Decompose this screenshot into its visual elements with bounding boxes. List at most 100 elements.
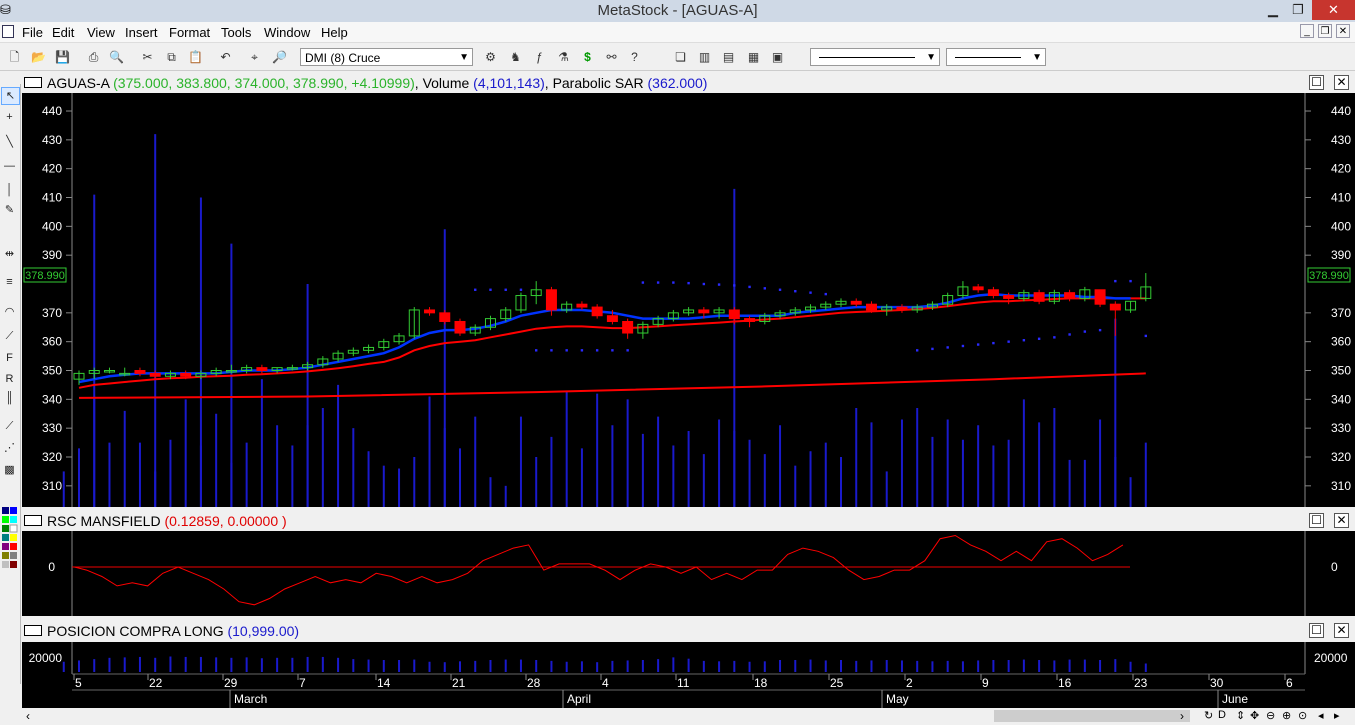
horizontal-line-icon[interactable]: — [1,158,18,174]
rsc-pane[interactable]: 0 0 [22,531,1355,616]
horizontal-scrollbar[interactable]: ‹ › ↻ D ⇕ ✥ ⊖ ⊕ ⊙ ◂ ▸ [22,708,1355,725]
tile-vertical-icon[interactable]: ▥ [696,49,713,65]
position-chart[interactable]: 20000 20000 5 22 29 7 14 21 28 4 11 18 25 2 9 16 23 30 6… [22,642,1355,708]
document-icon[interactable] [2,25,14,38]
sar-dot [992,341,995,345]
explorer-icon[interactable]: ♞ [507,49,524,65]
maximize-pane-icon[interactable]: ☐ [1309,75,1324,90]
new-icon[interactable]: 🗋 [6,49,23,65]
vertical-line-icon[interactable]: │ [1,182,18,198]
panel-checkbox[interactable] [24,77,42,88]
text-tool-icon[interactable]: ✎ [1,202,18,218]
fibonacci-icon[interactable]: ≡ [1,274,18,290]
menu-edit[interactable]: Edit [52,25,74,40]
close-pane-icon[interactable]: ✕ [1334,75,1349,90]
menu-insert[interactable]: Insert [125,25,158,40]
color-swatches[interactable] [2,507,18,577]
formula-icon[interactable]: ƒ [531,49,548,65]
trendline-icon[interactable]: ╲ [1,134,18,150]
line-style-combo[interactable]: ▼ [810,48,940,66]
zoom-icon[interactable]: 🔎 [271,49,288,65]
sar-dot [1083,330,1087,333]
help-pointer-icon[interactable]: ? [626,49,643,65]
menu-format[interactable]: Format [169,25,210,40]
menu-file[interactable]: File [22,25,43,40]
rsc-chart[interactable]: 0 0 [22,531,1355,616]
price-pane[interactable]: 440 430 420 410 400 390 370 360 350 340 330 320 310 4… [22,93,1355,507]
menu-help[interactable]: Help [321,25,348,40]
cycle-lines-icon[interactable]: ⇹ [1,246,18,262]
vertical-zoom-icon[interactable]: ⇕ [1236,709,1245,722]
maximize-pane-icon[interactable]: ☐ [1309,623,1324,638]
tile-grid-icon[interactable]: ▦ [745,49,762,65]
print-icon[interactable]: ⎙ [85,49,102,65]
panel-checkbox[interactable] [24,515,42,526]
child-minimize-icon[interactable]: _ [1300,24,1314,38]
close-pane-icon[interactable]: ✕ [1334,623,1349,638]
restore-icon[interactable]: ❐ [1283,0,1313,20]
chevron-down-icon: ▼ [459,52,469,63]
system-tester-icon[interactable]: ⚗ [555,49,572,65]
scroll-left-icon[interactable]: ‹ [26,709,30,723]
candle-body [439,312,451,322]
timezone-icon[interactable]: R [1,371,18,387]
child-close-icon[interactable]: ✕ [1336,24,1350,38]
close-icon[interactable]: ✕ [1312,0,1355,20]
x-day-label: 14 [377,676,391,690]
scroll-right-icon[interactable]: › [1180,709,1184,723]
open-folder-icon[interactable]: 📂 [30,49,47,65]
zoom-out-icon[interactable]: ⊖ [1266,709,1275,722]
panel-checkbox[interactable] [24,625,42,636]
refresh-icon[interactable]: ↻ [1204,709,1213,722]
move-icon[interactable]: ✥ [1250,709,1259,722]
pointer-icon[interactable]: ↖ [1,87,20,105]
menu-view[interactable]: View [87,25,115,40]
price-chart[interactable]: 440 430 420 410 400 390 370 360 350 340 330 320 310 4… [22,93,1355,507]
menu-tools[interactable]: Tools [221,25,251,40]
volume-label: Volume [422,75,470,91]
cycles-icon[interactable]: ║ [1,390,18,406]
color-palette[interactable] [2,507,18,577]
sar-dot [778,288,782,291]
paste-icon[interactable]: 📋 [187,49,204,65]
tile-horizontal-icon[interactable]: ▤ [720,49,737,65]
expert-icon[interactable]: ⚙ [482,49,499,65]
x-month-label: April [567,692,591,706]
gann-fan-icon[interactable]: ⋰ [1,440,18,456]
position-pane[interactable]: 20000 20000 5 22 29 7 14 21 28 4 11 18 25 2 9 16 23 30 6… [22,642,1355,708]
menu-window[interactable]: Window [264,25,310,40]
undo-icon[interactable]: ↶ [217,49,234,65]
close-pane-icon[interactable]: ✕ [1334,513,1349,528]
fan-icon[interactable]: ⟋ [1,328,18,344]
save-icon[interactable]: 💾 [54,49,71,65]
ma-slow-line [78,372,1146,399]
speed-lines-icon[interactable]: ⟋ [1,418,18,434]
layout-icon[interactable]: ▣ [769,49,786,65]
template-combo[interactable]: DMI (8) Cruce ▼ [300,48,473,66]
zoom-reset-icon[interactable]: ⊙ [1298,709,1307,722]
scroll-end-icon[interactable]: ▸ [1334,709,1340,722]
child-restore-icon[interactable]: ❐ [1318,24,1332,38]
scroll-start-icon[interactable]: ◂ [1318,709,1324,722]
line-weight-combo[interactable]: ▼ [946,48,1046,66]
cut-icon[interactable]: ✂ [139,49,156,65]
zoom-in-icon[interactable]: ⊕ [1282,709,1291,722]
candle-body [972,286,984,291]
print-preview-icon[interactable]: 🔍 [108,49,125,65]
crosshair-tool-icon[interactable]: + [1,109,18,125]
cascade-icon[interactable]: ❏ [672,49,689,65]
binoculars-icon[interactable]: ⚯ [603,49,620,65]
sar-dot [931,347,934,351]
rsc-panel-header: RSC MANSFIELD (0.12859, 0.00000 ) ☐ ✕ [22,512,1355,530]
crosshair-icon[interactable]: ⌖ [246,49,263,65]
grid-pattern-icon[interactable]: ▩ [1,462,18,478]
copy-icon[interactable]: ⧉ [163,49,180,65]
sar-dot [1129,279,1132,283]
sar-dot [916,349,919,352]
maximize-pane-icon[interactable]: ☐ [1309,513,1324,528]
retracement-icon[interactable]: F [1,350,18,366]
arc-icon[interactable]: ◠ [1,304,18,320]
dollar-icon[interactable]: $ [579,49,596,65]
scroll-thumb[interactable] [994,710,1190,722]
periodicity-icon[interactable]: D [1218,709,1226,721]
